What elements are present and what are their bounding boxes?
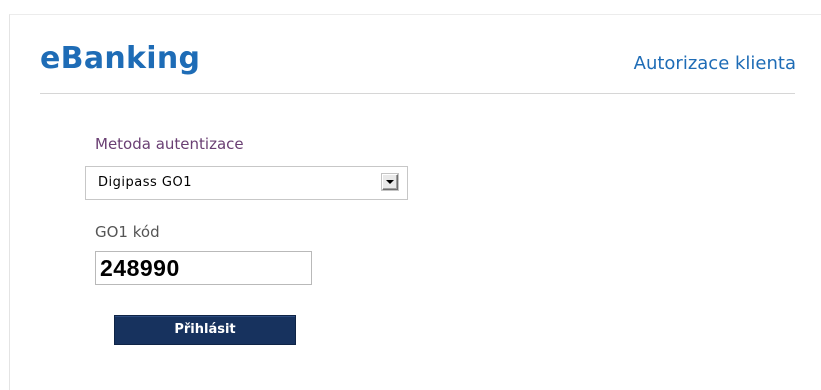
- code-input[interactable]: [95, 251, 312, 285]
- auth-method-label: Metoda autentizace: [95, 135, 244, 153]
- page-title: Autorizace klienta: [633, 53, 796, 74]
- login-button[interactable]: Přihlásit: [114, 315, 296, 345]
- brand-logo: eBanking: [40, 41, 201, 76]
- auth-method-selected-value: Digipass GO1: [98, 175, 192, 190]
- header-divider: [40, 93, 795, 94]
- code-label: GO1 kód: [95, 223, 160, 241]
- auth-method-select[interactable]: Digipass GO1: [85, 166, 408, 200]
- dropdown-arrow-icon[interactable]: [382, 174, 398, 190]
